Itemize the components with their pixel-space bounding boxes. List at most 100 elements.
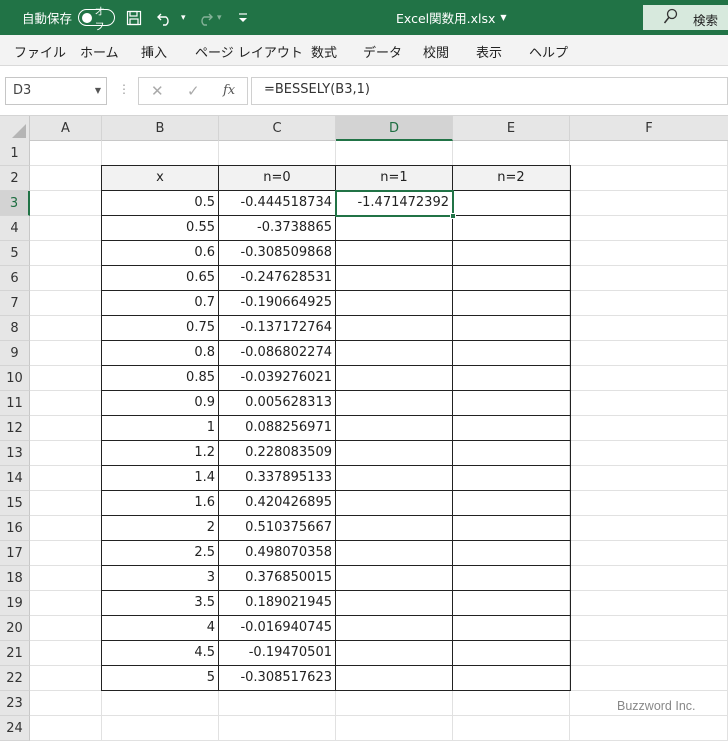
- cell-c9[interactable]: -0.086802274: [219, 341, 336, 366]
- cell-c17[interactable]: 0.498070358: [219, 541, 336, 566]
- cell-c3[interactable]: -0.444518734: [219, 191, 336, 216]
- cell-f3[interactable]: [570, 191, 728, 216]
- cell-a10[interactable]: [30, 366, 102, 391]
- cell-f24[interactable]: [570, 716, 728, 741]
- row-header-6[interactable]: 6: [0, 266, 30, 291]
- select-all-corner[interactable]: [0, 116, 30, 141]
- cell-e18[interactable]: [453, 566, 570, 591]
- cell-c24[interactable]: [219, 716, 336, 741]
- name-box-dropdown-icon[interactable]: ▼: [95, 86, 101, 95]
- cell-d14[interactable]: [336, 466, 453, 491]
- row-header-24[interactable]: 24: [0, 716, 30, 741]
- cell-e3[interactable]: [453, 191, 570, 216]
- cell-e13[interactable]: [453, 441, 570, 466]
- cell-e21[interactable]: [453, 641, 570, 666]
- cell-d24[interactable]: [336, 716, 453, 741]
- cell-b13[interactable]: 1.2: [102, 441, 219, 466]
- cell-a11[interactable]: [30, 391, 102, 416]
- cell-c18[interactable]: 0.376850015: [219, 566, 336, 591]
- cell-e7[interactable]: [453, 291, 570, 316]
- cell-d22[interactable]: [336, 666, 453, 691]
- cell-b11[interactable]: 0.9: [102, 391, 219, 416]
- row-header-20[interactable]: 20: [0, 616, 30, 641]
- cell-e17[interactable]: [453, 541, 570, 566]
- cell-a14[interactable]: [30, 466, 102, 491]
- column-header-e[interactable]: E: [453, 116, 570, 141]
- cell-e19[interactable]: [453, 591, 570, 616]
- cell-a6[interactable]: [30, 266, 102, 291]
- row-header-7[interactable]: 7: [0, 291, 30, 316]
- cell-e16[interactable]: [453, 516, 570, 541]
- cell-a1[interactable]: [30, 141, 102, 166]
- redo-dropdown-icon[interactable]: ▾: [217, 0, 222, 35]
- column-header-d[interactable]: D: [336, 116, 453, 141]
- customize-toolbar-icon[interactable]: [238, 0, 248, 35]
- cell-b1[interactable]: [102, 141, 219, 166]
- document-title[interactable]: Excel関数用.xlsx ▼: [396, 0, 507, 35]
- cell-e4[interactable]: [453, 216, 570, 241]
- cell-a20[interactable]: [30, 616, 102, 641]
- menu-file[interactable]: ファイル: [14, 42, 66, 61]
- cell-b22[interactable]: 5: [102, 666, 219, 691]
- column-header-f[interactable]: F: [570, 116, 728, 141]
- enter-icon[interactable]: ✓: [187, 82, 200, 100]
- row-header-10[interactable]: 10: [0, 366, 30, 391]
- cell-d13[interactable]: [336, 441, 453, 466]
- cell-c5[interactable]: -0.308509868: [219, 241, 336, 266]
- formula-bar-grip-icon[interactable]: ⋮: [118, 82, 130, 96]
- menu-data[interactable]: データ: [363, 42, 402, 61]
- cell-b9[interactable]: 0.8: [102, 341, 219, 366]
- fill-handle[interactable]: [450, 213, 456, 219]
- cell-f15[interactable]: [570, 491, 728, 516]
- cell-c10[interactable]: -0.039276021: [219, 366, 336, 391]
- cell-a8[interactable]: [30, 316, 102, 341]
- cell-f21[interactable]: [570, 641, 728, 666]
- row-header-22[interactable]: 22: [0, 666, 30, 691]
- cell-d1[interactable]: [336, 141, 453, 166]
- cell-d10[interactable]: [336, 366, 453, 391]
- row-header-5[interactable]: 5: [0, 241, 30, 266]
- cell-a23[interactable]: [30, 691, 102, 716]
- cell-c4[interactable]: -0.3738865: [219, 216, 336, 241]
- cell-e6[interactable]: [453, 266, 570, 291]
- cell-c16[interactable]: 0.510375667: [219, 516, 336, 541]
- cell-b21[interactable]: 4.5: [102, 641, 219, 666]
- cell-a2[interactable]: [30, 166, 102, 191]
- cell-f7[interactable]: [570, 291, 728, 316]
- cell-e24[interactable]: [453, 716, 570, 741]
- cell-a4[interactable]: [30, 216, 102, 241]
- cell-a5[interactable]: [30, 241, 102, 266]
- cell-a22[interactable]: [30, 666, 102, 691]
- cell-d4[interactable]: [336, 216, 453, 241]
- row-header-1[interactable]: 1: [0, 141, 30, 166]
- row-header-18[interactable]: 18: [0, 566, 30, 591]
- cell-c8[interactable]: -0.137172764: [219, 316, 336, 341]
- cell-e5[interactable]: [453, 241, 570, 266]
- cell-f12[interactable]: [570, 416, 728, 441]
- cell-b15[interactable]: 1.6: [102, 491, 219, 516]
- cell-e8[interactable]: [453, 316, 570, 341]
- cell-e2[interactable]: n=2: [453, 166, 570, 191]
- menu-review[interactable]: 校閲: [423, 42, 449, 61]
- column-header-b[interactable]: B: [102, 116, 219, 141]
- row-header-16[interactable]: 16: [0, 516, 30, 541]
- cell-e12[interactable]: [453, 416, 570, 441]
- cell-b8[interactable]: 0.75: [102, 316, 219, 341]
- cell-b6[interactable]: 0.65: [102, 266, 219, 291]
- save-icon[interactable]: [126, 0, 142, 35]
- cell-d6[interactable]: [336, 266, 453, 291]
- cell-f8[interactable]: [570, 316, 728, 341]
- cell-e1[interactable]: [453, 141, 570, 166]
- cell-d12[interactable]: [336, 416, 453, 441]
- cell-b24[interactable]: [102, 716, 219, 741]
- menu-home[interactable]: ホーム: [80, 42, 119, 61]
- row-header-12[interactable]: 12: [0, 416, 30, 441]
- cell-c21[interactable]: -0.19470501: [219, 641, 336, 666]
- cell-c2[interactable]: n=0: [219, 166, 336, 191]
- formula-input[interactable]: =BESSELY(B3,1): [251, 77, 728, 105]
- cell-f19[interactable]: [570, 591, 728, 616]
- cell-a17[interactable]: [30, 541, 102, 566]
- cell-b14[interactable]: 1.4: [102, 466, 219, 491]
- cell-d3[interactable]: -1.471472392: [336, 191, 453, 216]
- row-header-8[interactable]: 8: [0, 316, 30, 341]
